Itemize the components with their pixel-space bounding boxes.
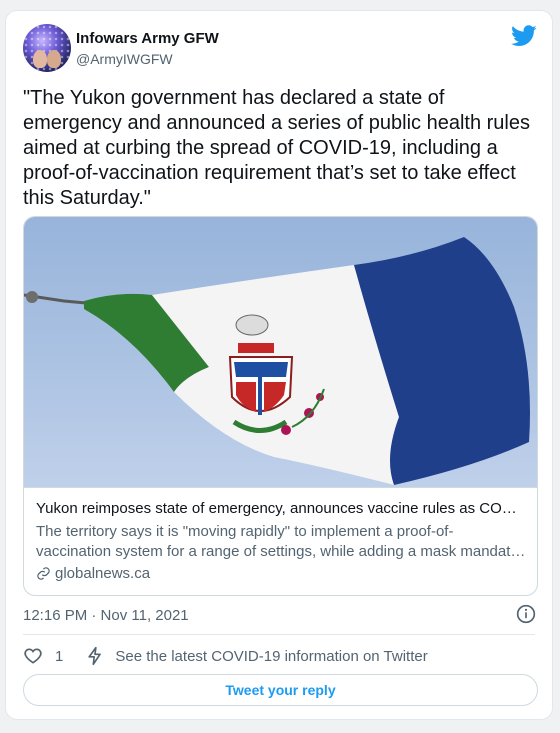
domain-text: globalnews.ca bbox=[55, 565, 151, 582]
avatar-figure bbox=[47, 50, 61, 68]
tweet-text: "The Yukon government has declared a sta… bbox=[23, 87, 530, 209]
tweet-reply-button[interactable]: Tweet your reply bbox=[23, 674, 538, 706]
like-count: 1 bbox=[55, 647, 64, 665]
card-domain[interactable]: globalnews.ca bbox=[36, 565, 150, 582]
author-name[interactable]: Infowars Army GFW bbox=[76, 30, 219, 47]
divider bbox=[23, 634, 535, 635]
flag-illustration bbox=[24, 237, 530, 485]
twitter-bird-icon[interactable] bbox=[511, 25, 537, 47]
avatar[interactable] bbox=[23, 24, 71, 72]
yukon-flag-image bbox=[24, 217, 537, 487]
covid-info-link[interactable]: See the latest COVID-19 information on T… bbox=[115, 648, 427, 665]
tweet-timestamp[interactable]: 12:16 PM · Nov 11, 2021 bbox=[23, 607, 189, 624]
lightning-bolt-icon bbox=[88, 646, 102, 666]
card-description: The territory says it is "moving rapidly… bbox=[36, 523, 526, 560]
engagement-bar: 1 See the latest COVID-19 information on… bbox=[23, 644, 428, 668]
tweet-card: Infowars Army GFW @ArmyIWGFW "The Yukon … bbox=[5, 10, 553, 720]
link-preview-card[interactable]: Yukon reimposes state of emergency, anno… bbox=[23, 216, 538, 596]
card-divider bbox=[24, 487, 537, 488]
card-headline[interactable]: Yukon reimposes state of emergency, anno… bbox=[36, 500, 526, 517]
info-icon[interactable] bbox=[516, 604, 536, 624]
link-icon bbox=[37, 567, 50, 580]
heart-icon[interactable] bbox=[23, 646, 43, 666]
flag-clip bbox=[26, 291, 38, 303]
author-handle[interactable]: @ArmyIWGFW bbox=[76, 51, 173, 67]
avatar-figure bbox=[33, 50, 47, 68]
